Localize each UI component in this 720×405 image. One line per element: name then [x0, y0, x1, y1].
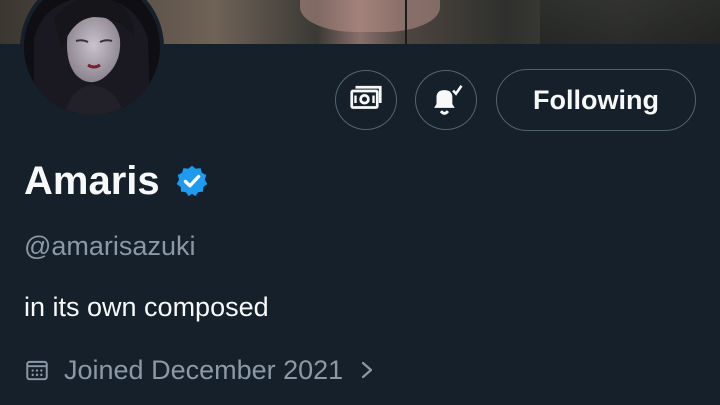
subscribe-button[interactable] — [335, 70, 397, 130]
profile-bio: in its own composed — [24, 292, 269, 322]
profile-page: Following Amaris @amarisazuki in its own… — [0, 0, 720, 405]
profile-handle: @amarisazuki — [24, 231, 196, 261]
name-row: Amaris — [24, 156, 210, 206]
notifications-button[interactable] — [415, 70, 477, 130]
banner-art-line — [405, 0, 407, 44]
money-icon — [350, 85, 382, 109]
display-name: Amaris — [24, 159, 160, 203]
avatar-image — [24, 0, 160, 115]
bell-check-icon — [434, 85, 463, 115]
verified-badge-icon[interactable] — [174, 163, 210, 199]
avatar-illustration — [24, 0, 160, 115]
avatar[interactable] — [20, 0, 164, 119]
joined-date-text: Joined December 2021 — [64, 355, 344, 385]
following-button[interactable]: Following — [496, 69, 696, 131]
banner-art-shadow — [540, 0, 720, 44]
banner-art — [300, 0, 440, 32]
calendar-icon — [24, 357, 50, 383]
joined-date-row[interactable]: Joined December 2021 — [24, 352, 377, 388]
chevron-right-icon — [357, 357, 377, 383]
